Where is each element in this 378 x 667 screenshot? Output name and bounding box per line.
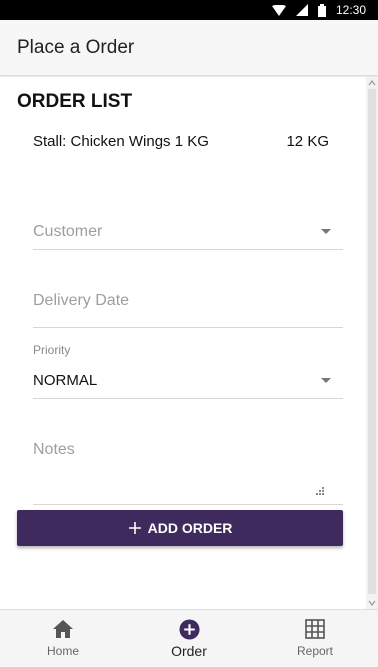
- status-bar: 12:30: [0, 0, 378, 20]
- customer-dropdown-arrow-icon[interactable]: [321, 229, 331, 234]
- wifi-icon: [271, 4, 286, 16]
- add-order-button[interactable]: ADD ORDER: [17, 510, 343, 546]
- plus-icon: [128, 522, 141, 534]
- nav-label-home: Home: [46, 644, 79, 658]
- priority-value: NORMAL: [33, 372, 98, 389]
- order-item-name: Stall: Chicken Wings 1 KG: [33, 133, 209, 150]
- notes-placeholder: Notes: [33, 441, 75, 458]
- app-bar: Place a Order: [0, 20, 378, 76]
- grid-icon: [305, 619, 325, 639]
- customer-placeholder: Customer: [33, 223, 103, 240]
- nav-label-report: Report: [296, 644, 334, 658]
- nav-item-report[interactable]: Report: [252, 610, 378, 667]
- order-item-quantity: 12 KG: [286, 133, 329, 150]
- cell-signal-icon: [295, 4, 308, 16]
- customer-select[interactable]: Customer: [33, 211, 343, 250]
- scroll-down-arrow-icon[interactable]: [366, 597, 378, 609]
- order-form-content: ORDER LIST Stall: Chicken Wings 1 KG 12 …: [0, 77, 378, 609]
- delivery-date-placeholder: Delivery Date: [33, 292, 130, 309]
- page-title: Place a Order: [17, 36, 135, 58]
- nav-item-home[interactable]: Home: [0, 610, 126, 667]
- delivery-date-input[interactable]: Delivery Date: [33, 279, 343, 328]
- order-list-item: Stall: Chicken Wings 1 KG 12 KG: [33, 133, 329, 150]
- home-icon: [53, 620, 73, 638]
- order-list-heading: ORDER LIST: [17, 91, 133, 112]
- scroll-up-arrow-icon[interactable]: [366, 77, 378, 89]
- nav-label-order: Order: [171, 643, 207, 659]
- priority-label: Priority: [33, 343, 71, 357]
- scrollbar[interactable]: [366, 77, 378, 609]
- scrollbar-thumb[interactable]: [368, 89, 376, 594]
- notes-textarea[interactable]: Notes: [33, 429, 343, 505]
- priority-select[interactable]: Priority NORMAL: [33, 343, 343, 399]
- battery-icon: [317, 3, 326, 17]
- add-order-label: ADD ORDER: [147, 520, 233, 536]
- resize-grip-icon[interactable]: [315, 486, 325, 496]
- nav-item-order[interactable]: Order: [126, 610, 252, 667]
- add-circle-icon: [178, 619, 200, 640]
- status-time: 12:30: [335, 3, 366, 17]
- bottom-navigation: Home Order Report: [0, 609, 378, 667]
- priority-dropdown-arrow-icon[interactable]: [321, 378, 331, 383]
